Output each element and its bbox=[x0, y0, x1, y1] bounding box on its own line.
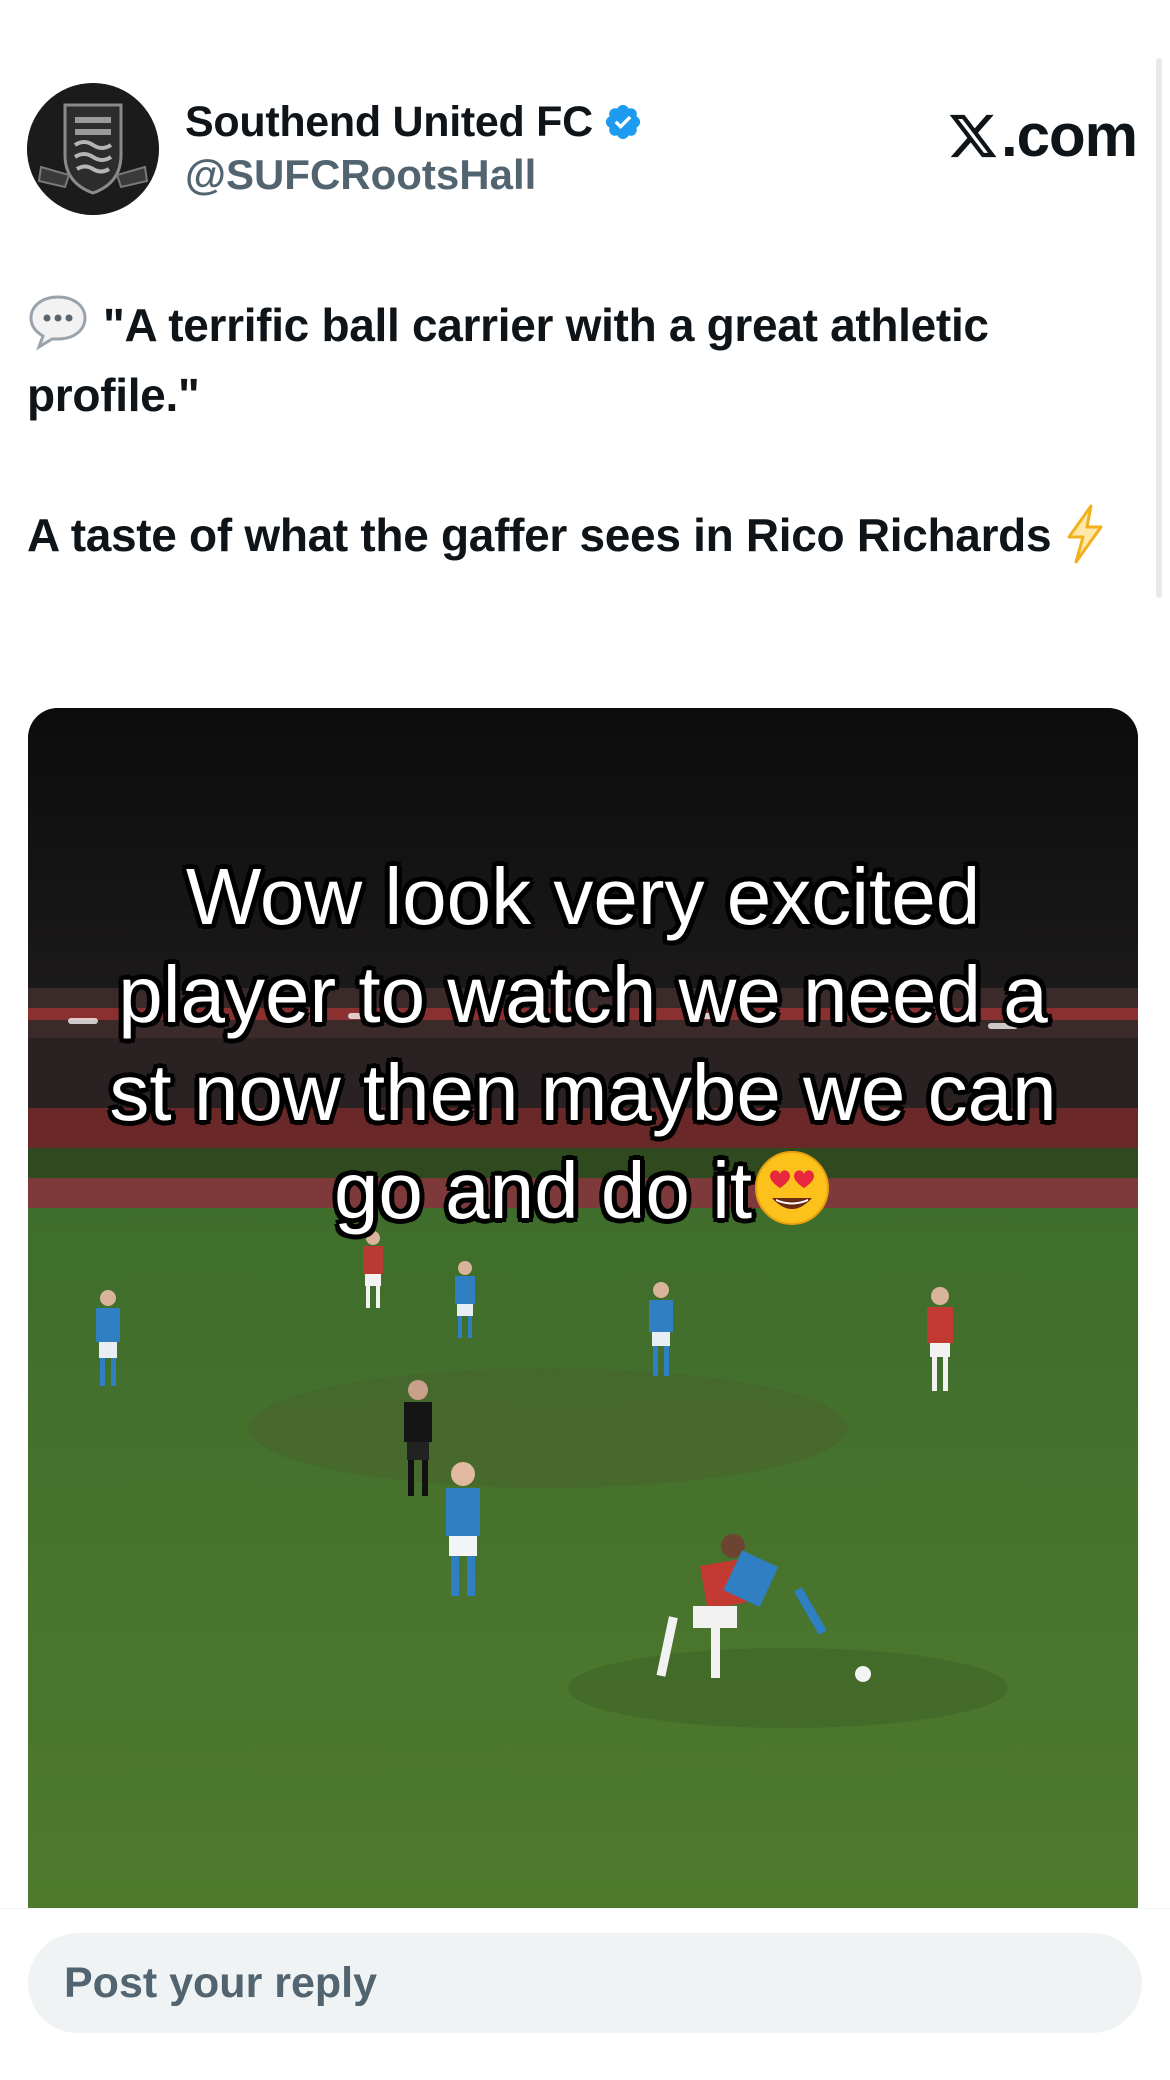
author-handle[interactable]: @SUFCRootsHall bbox=[185, 151, 643, 199]
tweet-header: Southend United FC @SUFCRootsHall .com bbox=[27, 83, 1138, 218]
scrollbar[interactable] bbox=[1156, 58, 1162, 598]
video-caption-text: Wow look very excited player to watch we… bbox=[109, 852, 1057, 1235]
video-caption: Wow look very excited player to watch we… bbox=[98, 848, 1068, 1240]
tweet-body-line: A taste of what the gaffer sees in Rico … bbox=[27, 500, 1147, 570]
tweet-quote-text: "A terrific ball carrier with a great at… bbox=[27, 299, 989, 421]
tweet-screen: Southend United FC @SUFCRootsHall .com "… bbox=[0, 0, 1170, 2080]
x-logo-icon bbox=[949, 114, 997, 157]
southend-crest-icon[interactable] bbox=[27, 83, 159, 215]
speech-bubble-icon bbox=[29, 295, 87, 351]
source-label: .com bbox=[1000, 102, 1138, 169]
reply-input[interactable]: Post your reply bbox=[28, 1933, 1142, 2033]
reply-placeholder[interactable]: Post your reply bbox=[64, 1959, 377, 2008]
verified-badge-icon bbox=[605, 104, 640, 140]
heart-eyes-emoji-icon bbox=[755, 1151, 830, 1225]
source-brand: .com bbox=[947, 101, 1138, 170]
tweet-body-text: A taste of what the gaffer sees in Rico … bbox=[27, 509, 1052, 561]
author-display-name[interactable]: Southend United FC bbox=[185, 98, 593, 147]
tweet-quote-line: "A terrific ball carrier with a great at… bbox=[27, 290, 1147, 430]
lightning-bolt-icon bbox=[1067, 504, 1103, 564]
author-block[interactable]: Southend United FC @SUFCRootsHall bbox=[185, 97, 643, 199]
tweet-video[interactable]: Wow look very excited player to watch we… bbox=[28, 708, 1138, 1908]
reply-bar: Post your reply bbox=[0, 1908, 1170, 2080]
tweet-body: "A terrific ball carrier with a great at… bbox=[27, 290, 1147, 570]
